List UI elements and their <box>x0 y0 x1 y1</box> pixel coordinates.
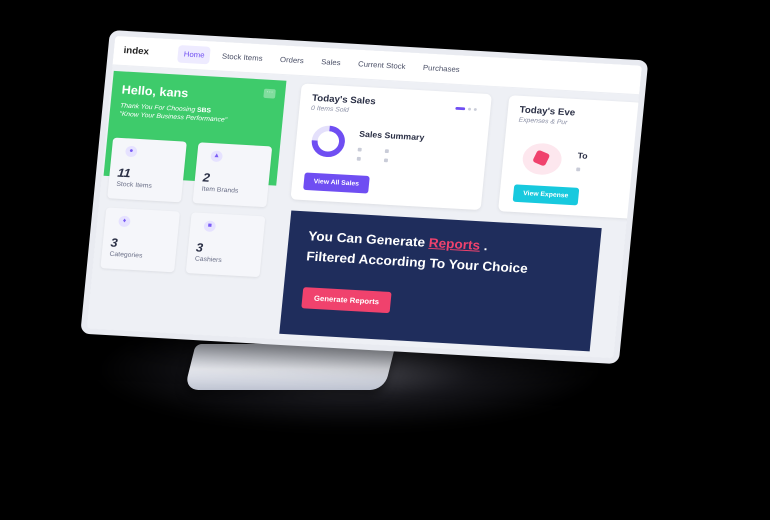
nav-home[interactable]: Home <box>177 45 212 65</box>
nav-orders[interactable]: Orders <box>273 50 310 69</box>
legend-dot <box>356 156 361 161</box>
sales-summary-title: Sales Summary <box>358 129 425 143</box>
dashboard-content: ··· Hello, kans Thank You For Choosing S… <box>86 65 646 362</box>
expenses-card: Today's Eve Expenses & Pur To View Expen… <box>498 95 646 219</box>
stat-card-cashiers[interactable]: ■ 3 Cashiers <box>185 212 266 278</box>
legend-dot <box>383 158 389 163</box>
legend-dot <box>384 149 389 154</box>
stat-value: 11 <box>116 165 132 181</box>
tag-icon: ▲ <box>210 150 223 163</box>
sales-donut-chart <box>311 125 345 158</box>
nav-stock-items[interactable]: Stock Items <box>215 47 269 67</box>
stat-value: 3 <box>110 235 119 250</box>
user-icon: ● <box>124 145 138 158</box>
expense-icon <box>521 142 564 176</box>
banner-accent: Reports <box>428 234 481 253</box>
nav-purchases[interactable]: Purchases <box>416 59 466 79</box>
stat-label: Stock Items <box>116 181 153 190</box>
welcome-subtitle: Thank You For Choosing SBS "Know Your Bu… <box>119 102 274 128</box>
stat-label: Item Brands <box>201 186 239 195</box>
welcome-brand: SBS <box>196 107 212 115</box>
welcome-title: Hello, kans <box>121 82 190 101</box>
trophy-icon: ♦ <box>118 215 131 228</box>
sales-card: Today's Sales 0 Items Sold Sales Summary… <box>290 83 492 211</box>
reports-banner: You Can Generate Reports . Filtered Acco… <box>279 210 602 352</box>
cashier-icon: ■ <box>203 220 217 233</box>
stat-value: 3 <box>195 240 204 255</box>
stat-label: Cashiers <box>194 255 222 264</box>
legend-dot <box>357 147 362 152</box>
generate-reports-button[interactable]: Generate Reports <box>301 287 392 314</box>
stat-value: 2 <box>202 170 211 185</box>
monitor-screen: index Home Stock Items Orders Sales Curr… <box>80 30 649 365</box>
stat-card-stock-items[interactable]: ● 11 Stock Items <box>107 137 187 203</box>
banner-suffix: . <box>479 237 489 254</box>
monitor-stand <box>184 344 396 390</box>
expenses-side-text: To <box>577 150 589 161</box>
nav-current-stock[interactable]: Current Stock <box>351 55 412 76</box>
stat-card-item-brands[interactable]: ▲ 2 Item Brands <box>192 142 273 208</box>
stat-label: Categories <box>109 251 143 260</box>
legend-dot <box>576 167 581 172</box>
view-all-sales-button[interactable]: View All Sales <box>303 172 370 194</box>
brand-title: index <box>123 45 150 58</box>
stat-card-categories[interactable]: ♦ 3 Categories <box>100 207 181 273</box>
view-expenses-button[interactable]: View Expense <box>512 184 579 206</box>
banner-prefix: You Can Generate <box>307 228 430 250</box>
more-icon[interactable]: ··· <box>263 88 276 99</box>
nav-sales[interactable]: Sales <box>315 53 348 72</box>
